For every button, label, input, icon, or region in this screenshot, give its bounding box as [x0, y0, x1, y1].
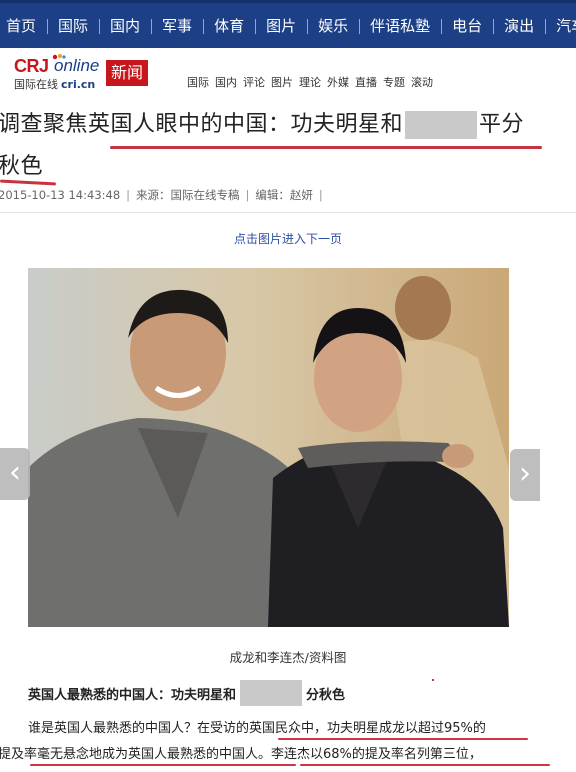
article-editor: 编辑：赵妍: [255, 188, 313, 202]
nav-item[interactable]: 图片: [255, 3, 307, 48]
nav-item[interactable]: 伴语私塾: [359, 3, 441, 48]
logo-crj-text: CRJ: [14, 56, 49, 76]
title-text-part2: 平分: [479, 112, 525, 137]
nav-item[interactable]: 国际: [47, 3, 99, 48]
nav-item[interactable]: 电台: [441, 3, 493, 48]
sub-nav: 国际 国内 评论 图片 理论 外媒 直播 专题 滚动: [187, 74, 433, 90]
nav-item[interactable]: 汽车: [545, 3, 576, 48]
article-body: 谁是英国人最熟悉的中国人？在受访的英国民众中，功夫明星成龙以超过95%的 提及率…: [0, 716, 576, 768]
nav-item[interactable]: 首页: [0, 3, 47, 48]
redaction-box: [405, 111, 478, 139]
publish-time: 2015-10-13 14:43:48: [0, 188, 121, 202]
nav-item[interactable]: 国内: [99, 3, 151, 48]
nav-item[interactable]: 体育: [203, 3, 255, 48]
article-source: 来源：国际在线专稿: [136, 188, 240, 202]
next-photo-button[interactable]: ›: [510, 449, 540, 501]
site-header: CRJ online 国际在线 cri.cn 新闻 国际 国内 评论 图片 理论 外媒 直播专…: [0, 48, 576, 95]
redaction-box: [240, 680, 303, 706]
nav-item[interactable]: 演出: [493, 3, 545, 48]
subnav-item[interactable]: 国际: [187, 74, 209, 90]
article-subheading: 英国人最熟悉的中国人：功夫明星和 分秋色: [28, 680, 345, 706]
logo-subtitle: 国际在线 cri.cn: [14, 78, 96, 91]
highlight-underline: [30, 764, 296, 766]
prev-photo-button[interactable]: ‹: [0, 448, 30, 500]
photo-caption: 成龙和李连杰/资料图: [229, 650, 347, 665]
subnav-item[interactable]: 外媒: [327, 74, 349, 90]
stray-mark: [432, 679, 434, 681]
top-nav: 首页国际国内军事体育图片娱乐伴语私塾电台演出汽车两岸: [0, 0, 576, 48]
subnav-item[interactable]: 图片: [271, 74, 293, 90]
subnav-item[interactable]: 滚动: [411, 74, 433, 90]
article-photo[interactable]: [28, 268, 509, 627]
highlight-underline: [278, 738, 528, 740]
subnav-item[interactable]: 理论: [299, 74, 321, 90]
nav-item[interactable]: 娱乐: [307, 3, 359, 48]
next-page-link[interactable]: 点击图片进入下一页: [0, 230, 576, 247]
subnav-item[interactable]: 国内: [215, 74, 237, 90]
subnav-item[interactable]: 评论: [243, 74, 265, 90]
highlight-underline: [300, 764, 550, 766]
title-text-part1: 调查聚焦英国人眼中的中国：功夫明星和: [0, 112, 404, 137]
logo-online-text: online: [54, 56, 100, 75]
divider: [0, 212, 576, 213]
nav-item[interactable]: 军事: [151, 3, 203, 48]
cri-logo[interactable]: CRJ online 国际在线 cri.cn: [14, 54, 104, 91]
subnav-item[interactable]: 直播: [355, 74, 377, 90]
article-meta: 2015-10-13 14:43:48 | 来源：国际在线专稿 | 编辑：赵妍 |: [0, 188, 323, 202]
section-badge-news[interactable]: 新闻: [106, 60, 149, 86]
subnav-item[interactable]: 专题: [383, 74, 405, 90]
photo-illustration: [28, 268, 509, 627]
title-underline: [110, 146, 542, 149]
